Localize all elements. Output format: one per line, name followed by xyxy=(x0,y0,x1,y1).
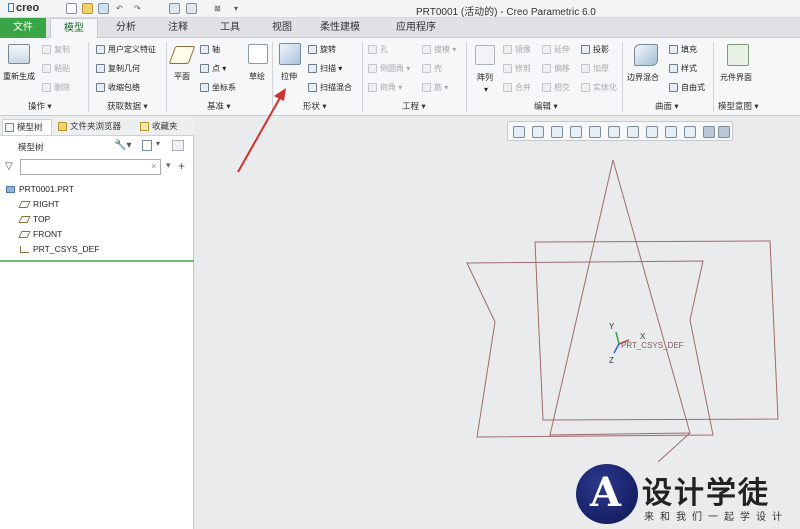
annotation-arrow xyxy=(237,88,286,173)
watermark-title: 设计学徒 xyxy=(642,476,770,511)
watermark-logo: A xyxy=(576,464,638,524)
watermark-subtitle: 来和我们一起学设计 xyxy=(644,512,788,523)
watermark: A 设计学徒 来和我们一起学设计 xyxy=(576,464,796,526)
